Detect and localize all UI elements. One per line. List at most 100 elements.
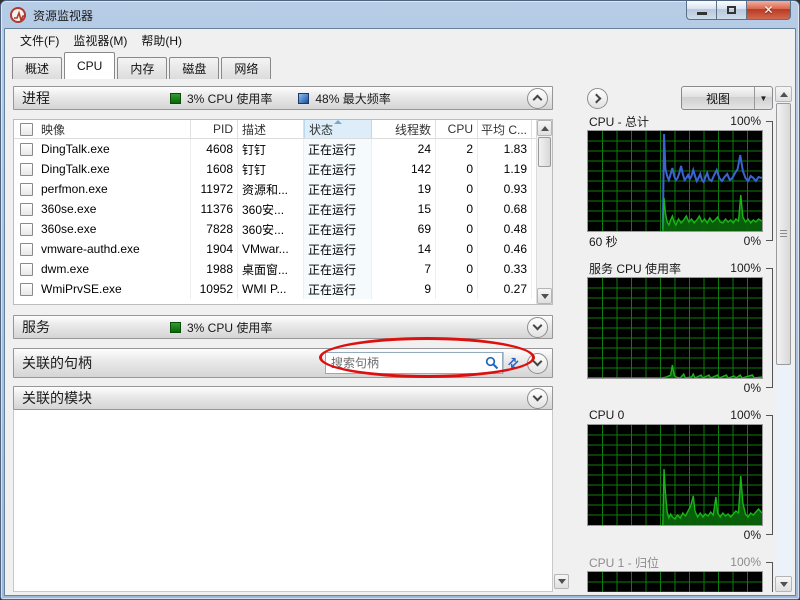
row-checkbox[interactable]: [20, 222, 33, 236]
cell: 0: [436, 199, 478, 219]
scroll-down-button[interactable]: [537, 288, 552, 304]
column-header-5[interactable]: CPU: [436, 120, 478, 138]
expand-handles-button[interactable]: [527, 352, 548, 374]
cell: 正在运行: [304, 259, 372, 279]
collapse-graphs-button[interactable]: [587, 87, 608, 109]
row-checkbox[interactable]: [20, 162, 33, 176]
cell: 1.83: [478, 139, 532, 159]
graph-plot: [587, 424, 763, 526]
minimize-icon: [696, 11, 707, 15]
scroll-down-button[interactable]: [775, 576, 792, 592]
table-row[interactable]: perfmon.exe 11972 资源和... 正在运行 19 0 0.93: [14, 179, 536, 199]
graph-plot: [587, 277, 763, 379]
cell: 正在运行: [304, 179, 372, 199]
cell: 360se.exe: [37, 199, 191, 219]
search-refresh-button[interactable]: ⇄: [503, 352, 523, 374]
cell: 14: [372, 239, 436, 259]
table-row[interactable]: 360se.exe 7828 360安... 正在运行 69 0 0.48: [14, 219, 536, 239]
cell: 正在运行: [304, 139, 372, 159]
resource-monitor-window: 资源监视器 ✕ 文件(F) 监视器(M) 帮助(H) 概述 CPU 内存 磁盘 网络 进程 …: [0, 0, 800, 600]
column-header-0[interactable]: 映像: [37, 120, 191, 138]
column-header-4[interactable]: 线程数: [372, 120, 436, 138]
table-row[interactable]: WmiPrvSE.exe 10952 WMI P... 正在运行 9 0 0.27: [14, 279, 536, 299]
tab-网络[interactable]: 网络: [221, 57, 272, 79]
collapse-processes-button[interactable]: [527, 87, 548, 109]
table-row[interactable]: DingTalk.exe 4608 钉钉 正在运行 24 2 1.83: [14, 139, 536, 159]
left-pane-scroll-down-button[interactable]: [554, 574, 569, 589]
process-table-scrollbar[interactable]: [536, 120, 552, 304]
left-panel: 进程 3% CPU 使用率 48% 最大频率 映像 PID 描述 状态 线程数 CPU 平均…: [13, 86, 569, 592]
cell: VMwar...: [238, 239, 304, 259]
cell: 1608: [191, 159, 238, 179]
row-checkbox[interactable]: [20, 242, 33, 256]
services-title: 服务: [22, 319, 50, 335]
cell: 0: [436, 259, 478, 279]
tab-磁盘[interactable]: 磁盘: [169, 57, 220, 79]
column-header-1[interactable]: PID: [191, 120, 238, 138]
cpu-graphs: CPU - 总计 100% 60 秒 0% 服务 CPU 使用率 100% 0% CPU 0 1…: [583, 112, 779, 592]
table-row[interactable]: 360se.exe 11376 360安... 正在运行 15 0 0.68: [14, 199, 536, 219]
graph-plot: [587, 130, 763, 232]
triangle-up-icon: [540, 125, 549, 131]
row-checkbox[interactable]: [20, 202, 33, 216]
graph-title: CPU - 总计: [589, 114, 650, 129]
close-button[interactable]: ✕: [746, 1, 791, 20]
processes-title: 进程: [22, 90, 50, 106]
graph-scale-bracket: [766, 121, 773, 241]
view-dropdown-arrow[interactable]: ▼: [754, 87, 772, 109]
tab-CPU[interactable]: CPU: [64, 52, 116, 79]
scroll-thumb[interactable]: [776, 103, 791, 365]
maximize-button[interactable]: [716, 1, 746, 20]
expand-modules-button[interactable]: [527, 387, 548, 409]
right-panel-scrollbar[interactable]: [775, 86, 792, 592]
titlebar[interactable]: 资源监视器 ✕: [1, 1, 799, 28]
panel-splitter[interactable]: [570, 79, 583, 595]
select-all-checkbox[interactable]: [20, 122, 33, 136]
menu-item[interactable]: 监视器(M): [66, 30, 134, 51]
row-checkbox[interactable]: [20, 182, 33, 196]
graph-ymax-label: 100%: [730, 114, 761, 128]
services-cpu-usage-legend: 3% CPU 使用率: [170, 319, 272, 336]
max-frequency-legend: 48% 最大频率: [298, 90, 391, 107]
column-header-2[interactable]: 描述: [238, 120, 304, 138]
cell: WMI P...: [238, 279, 304, 299]
right-panel: 视图 ▼ CPU - 总计 100% 60 秒 0% 服务 CPU 使用率 100% 0% C…: [583, 86, 779, 592]
tab-内存[interactable]: 内存: [117, 57, 168, 79]
cell: 0.27: [478, 279, 532, 299]
table-row[interactable]: dwm.exe 1988 桌面窗... 正在运行 7 0 0.33: [14, 259, 536, 279]
scroll-thumb[interactable]: [538, 137, 551, 167]
sort-ascending-icon: [334, 120, 342, 124]
cell: 2: [436, 139, 478, 159]
graph-服务 CPU 使用率: 服务 CPU 使用率 100% 0%: [587, 259, 775, 397]
cell: 11376: [191, 199, 238, 219]
graph-xlabel: 60 秒: [589, 234, 618, 249]
cell: 7: [372, 259, 436, 279]
menu-item[interactable]: 文件(F): [13, 30, 66, 51]
table-row[interactable]: DingTalk.exe 1608 钉钉 正在运行 142 0 1.19: [14, 159, 536, 179]
search-handles-input[interactable]: [325, 352, 503, 374]
tab-概述[interactable]: 概述: [12, 57, 63, 79]
scroll-up-button[interactable]: [775, 86, 792, 102]
section-header-processes[interactable]: 进程 3% CPU 使用率 48% 最大频率: [13, 86, 553, 110]
row-checkbox[interactable]: [20, 142, 33, 156]
expand-services-button[interactable]: [527, 316, 548, 338]
section-header-modules[interactable]: 关联的模块: [13, 386, 553, 410]
search-icon[interactable]: [485, 356, 499, 375]
table-row[interactable]: vmware-authd.exe 1904 VMwar... 正在运行 14 0 0.46: [14, 239, 536, 259]
section-header-handles[interactable]: 关联的句柄 ⇄: [13, 348, 553, 378]
view-button[interactable]: 视图 ▼: [681, 86, 773, 110]
minimize-button[interactable]: [686, 1, 716, 20]
cell: 1988: [191, 259, 238, 279]
section-header-services[interactable]: 服务 3% CPU 使用率: [13, 315, 553, 339]
menu-item[interactable]: 帮助(H): [134, 30, 189, 51]
graph-scale-bracket: [766, 268, 773, 388]
graph-ymax-label: 100%: [730, 408, 761, 422]
row-checkbox[interactable]: [20, 282, 33, 296]
graph-ymin-label: 0%: [743, 381, 761, 395]
column-header-3[interactable]: 状态: [304, 120, 372, 138]
caption-buttons: ✕: [686, 1, 791, 20]
column-header-6[interactable]: 平均 C...: [478, 120, 532, 138]
graph-CPU 1 - 归位: CPU 1 - 归位100%0%: [587, 553, 775, 592]
row-checkbox[interactable]: [20, 262, 33, 276]
scroll-up-button[interactable]: [537, 120, 552, 136]
